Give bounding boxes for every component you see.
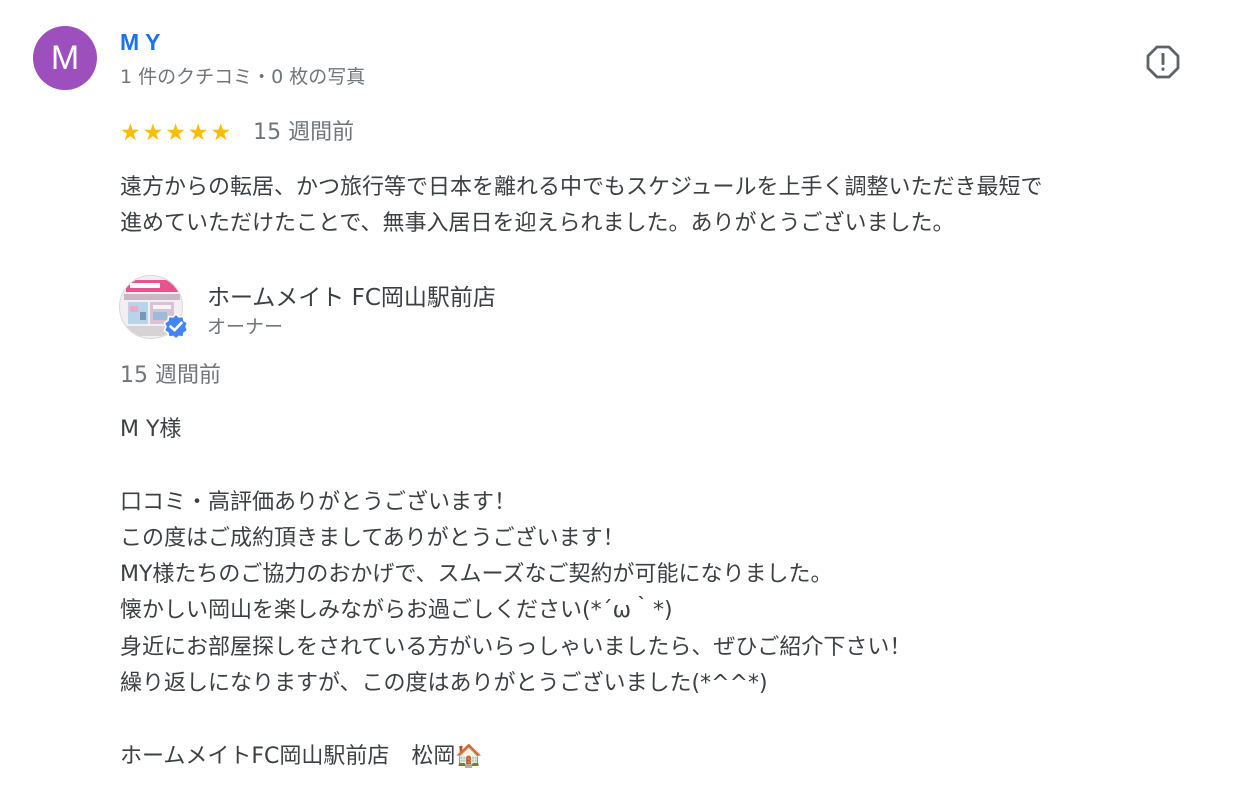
avatar-letter: M bbox=[50, 38, 80, 77]
owner-avatar[interactable] bbox=[119, 275, 189, 339]
rating-row: ★ ★ ★ ★ ★ 15 週間前 bbox=[120, 118, 354, 148]
review-time: 15 週間前 bbox=[253, 120, 355, 145]
reviewer-avatar[interactable]: M bbox=[33, 26, 97, 90]
owner-role: オーナー bbox=[207, 316, 284, 338]
star-icon: ★ bbox=[210, 120, 232, 146]
star-icon: ★ bbox=[142, 120, 164, 146]
owner-reply-text: M Y様 口コミ・高評価ありがとうございます！ この度はご成約頂きましてありがと… bbox=[120, 417, 912, 769]
verified-badge-icon bbox=[163, 313, 189, 339]
star-icon: ★ bbox=[187, 120, 209, 146]
review-text: 遠方からの転居、かつ旅行等で日本を離れる中でもスケジュールを上手く調整いただき最… bbox=[120, 175, 1043, 236]
review-card: M M Y 1 件のクチコミ・0 枚の写真 ★ ★ ★ ★ ★ 15 週間前 遠… bbox=[0, 0, 1240, 788]
star-rating: ★ ★ ★ ★ ★ bbox=[120, 118, 231, 148]
reviewer-name[interactable]: M Y bbox=[120, 29, 160, 56]
star-icon: ★ bbox=[120, 120, 141, 146]
reviewer-meta: 1 件のクチコミ・0 枚の写真 bbox=[120, 66, 366, 88]
report-review-button[interactable] bbox=[1146, 45, 1180, 79]
report-flag-icon bbox=[1146, 45, 1180, 79]
star-icon: ★ bbox=[165, 120, 186, 146]
reply-time: 15 週間前 bbox=[120, 363, 221, 388]
owner-name[interactable]: ホームメイト FC岡山駅前店 bbox=[207, 278, 496, 312]
